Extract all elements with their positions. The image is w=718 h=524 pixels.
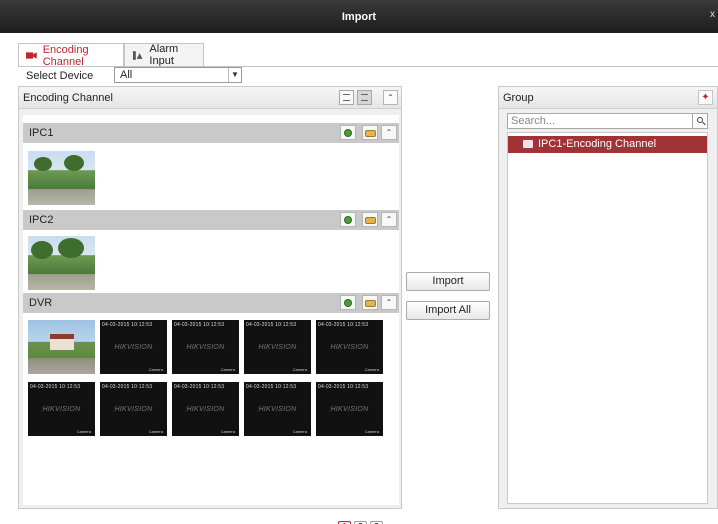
window-title: Import [341, 11, 377, 23]
cam-watermark: HIKVISION [186, 406, 225, 413]
channel-thumbnail[interactable]: 04-03-2015 10:12:53 HIKVISION Camera [316, 320, 383, 374]
group-name: DVR [29, 297, 53, 309]
channel-list[interactable]: IPC1 ⌃ IPC2 ⌃ DVR ⌃ 04-03-2015 10:12:53 … [23, 115, 399, 524]
group-header-ipc1[interactable]: IPC1 ⌃ [23, 123, 399, 143]
cam-channel: Camera [364, 429, 379, 434]
channel-thumbnail[interactable]: 04-03-2015 10:12:53 HIKVISION Camera [244, 382, 311, 436]
group-name: IPC1 [29, 127, 54, 139]
camera-icon [26, 52, 37, 59]
cam-timestamp: 04-03-2015 10:12:53 [246, 322, 297, 328]
group-panel: Group ✦ Search... IPC1-Encoding Channel [498, 86, 718, 509]
folder-icon[interactable] [362, 295, 378, 310]
cam-channel: Camera [364, 367, 379, 372]
list-view-icon[interactable] [339, 90, 354, 105]
group-header-ipc2[interactable]: IPC2 ⌃ [23, 210, 399, 230]
tab-encoding-channel[interactable]: Encoding Channel [18, 43, 124, 68]
channel-thumbnail[interactable]: 04-03-2015 10:12:53 HIKVISION Camera [172, 320, 239, 374]
cam-timestamp: 04-03-2015 10:12:53 [174, 384, 225, 390]
cam-watermark: HIKVISION [258, 344, 297, 351]
cam-watermark: HIKVISION [258, 406, 297, 413]
tab-label: Alarm Input [149, 43, 179, 67]
panel-header: Encoding Channel ⌃ [19, 87, 401, 109]
close-icon[interactable]: x [710, 9, 718, 20]
collapse-icon[interactable]: ⌃ [381, 212, 397, 227]
group-name: IPC2 [29, 214, 54, 226]
encoding-channel-panel: Encoding Channel ⌃ IPC1 ⌃ IPC2 ⌃ DVR ⌃ 0… [18, 86, 402, 524]
refresh-icon[interactable] [340, 212, 356, 227]
panel-title: Group [503, 92, 534, 104]
cam-timestamp: 04-03-2015 10:12:53 [102, 384, 153, 390]
folder-icon[interactable] [362, 212, 378, 227]
cam-watermark: HIKVISION [186, 344, 225, 351]
collapse-icon[interactable]: ⌃ [381, 295, 397, 310]
cam-watermark: HIKVISION [42, 406, 81, 413]
group-header-dvr[interactable]: DVR ⌃ [23, 293, 399, 313]
select-device-label: Select Device [26, 70, 94, 82]
search-input[interactable]: Search... [507, 113, 693, 129]
channel-thumbnail[interactable] [28, 151, 95, 205]
thumbnail-view-icon[interactable] [357, 90, 372, 105]
cam-channel: Camera [76, 429, 91, 434]
refresh-icon[interactable] [340, 295, 356, 310]
add-group-icon[interactable]: ✦ [698, 90, 713, 105]
import-dialog: Encoding Channel Alarm Input Select Devi… [10, 33, 718, 524]
tab-alarm-input[interactable]: Alarm Input [124, 43, 204, 67]
cam-channel: Camera [292, 429, 307, 434]
cam-watermark: HIKVISION [330, 344, 369, 351]
cam-channel: Camera [220, 367, 235, 372]
tab-label: Encoding Channel [42, 43, 89, 68]
cam-channel: Camera [148, 367, 163, 372]
cam-timestamp: 04-03-2015 10:12:53 [318, 322, 369, 328]
cam-channel: Camera [148, 429, 163, 434]
cam-timestamp: 04-03-2015 10:12:53 [102, 322, 153, 328]
cam-channel: Camera [220, 429, 235, 434]
channel-thumbnail[interactable]: 04-03-2015 10:12:53 HIKVISION Camera [100, 320, 167, 374]
cam-timestamp: 04-03-2015 10:12:53 [30, 384, 81, 390]
import-button[interactable]: Import [406, 272, 490, 291]
cam-channel: Camera [292, 367, 307, 372]
tree-item-label: IPC1-Encoding Channel [538, 138, 657, 150]
chevron-down-icon[interactable]: ▼ [228, 68, 241, 82]
folder-icon [523, 140, 533, 148]
panel-title: Encoding Channel [23, 92, 113, 104]
group-tree[interactable]: IPC1-Encoding Channel [507, 132, 708, 504]
channel-thumbnail[interactable] [28, 320, 95, 374]
device-select-value: All [120, 69, 133, 81]
folder-icon[interactable] [362, 125, 378, 140]
collapse-icon[interactable]: ⌃ [381, 125, 397, 140]
panel-header: Group ✦ [499, 87, 717, 109]
window-titlebar: Import x [0, 0, 718, 33]
cam-timestamp: 04-03-2015 10:12:53 [318, 384, 369, 390]
channel-thumbnail[interactable]: 04-03-2015 10:12:53 HIKVISION Camera [316, 382, 383, 436]
collapse-all-icon[interactable]: ⌃ [383, 90, 398, 105]
search-icon[interactable] [692, 113, 708, 129]
channel-thumbnail[interactable]: 04-03-2015 10:12:53 HIKVISION Camera [100, 382, 167, 436]
channel-thumbnail[interactable]: 04-03-2015 10:12:53 HIKVISION Camera [28, 382, 95, 436]
cam-watermark: HIKVISION [114, 406, 153, 413]
refresh-icon[interactable] [340, 125, 356, 140]
cam-timestamp: 04-03-2015 10:12:53 [174, 322, 225, 328]
channel-thumbnail[interactable] [28, 236, 95, 290]
channel-thumbnail[interactable]: 04-03-2015 10:12:53 HIKVISION Camera [244, 320, 311, 374]
device-select[interactable]: All ▼ [114, 67, 242, 83]
import-all-button[interactable]: Import All [406, 301, 490, 320]
cam-watermark: HIKVISION [330, 406, 369, 413]
cam-watermark: HIKVISION [114, 344, 153, 351]
tree-item-ipc1-encoding-channel[interactable]: IPC1-Encoding Channel [508, 136, 707, 153]
alarm-input-icon [132, 50, 143, 60]
cam-timestamp: 04-03-2015 10:12:53 [246, 384, 297, 390]
channel-thumbnail[interactable]: 04-03-2015 10:12:53 HIKVISION Camera [172, 382, 239, 436]
